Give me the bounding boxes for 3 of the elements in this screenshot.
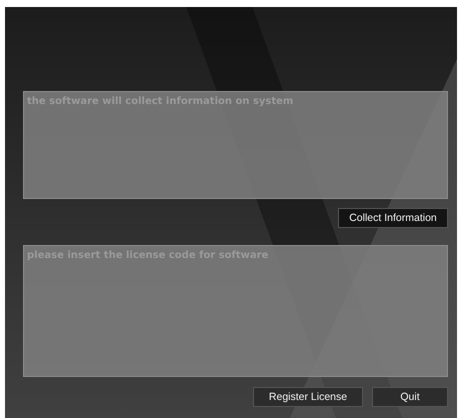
register-license-button[interactable]: Register License <box>253 387 363 407</box>
collect-information-button[interactable]: Collect Information <box>338 208 448 228</box>
quit-button[interactable]: Quit <box>372 387 448 407</box>
